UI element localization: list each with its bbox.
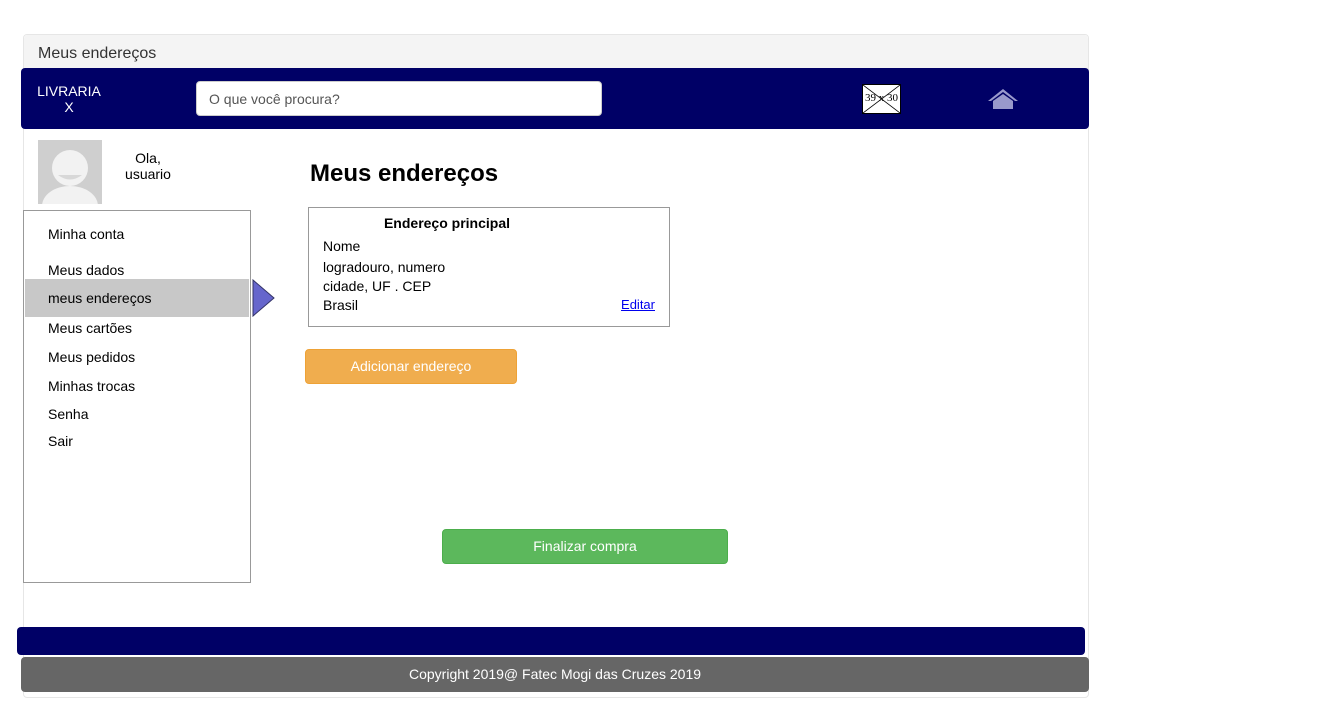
sidebar-item-sair[interactable]: Sair	[25, 430, 249, 452]
window-title: Meus endereços	[38, 45, 157, 62]
address-city: cidade, UF . CEP	[323, 278, 432, 294]
address-card: Endereço principal Nome logradouro, nume…	[308, 207, 670, 327]
footer-navbar	[17, 627, 1085, 655]
page-title: Meus endereços	[310, 160, 499, 187]
page: Meus endereços LIVRARIA X 39 x 30 Ola, u…	[0, 0, 1318, 721]
home-icon[interactable]	[987, 88, 1019, 110]
sidebar-item-minha-conta[interactable]: Minha conta	[25, 223, 249, 245]
account-sidebar: Minha conta Meus dados meus endereços Me…	[23, 210, 251, 583]
footer-copyright: Copyright 2019@ Fatec Mogi das Cruzes 20…	[21, 657, 1089, 692]
address-card-title: Endereço principal	[383, 215, 511, 231]
sidebar-item-minhas-trocas[interactable]: Minhas trocas	[25, 375, 249, 397]
address-name: Nome	[323, 238, 361, 254]
edit-address-link[interactable]: Editar	[621, 297, 655, 312]
finish-purchase-button[interactable]: Finalizar compra	[442, 529, 728, 564]
sidebar-item-senha[interactable]: Senha	[25, 403, 249, 425]
user-silhouette-icon	[42, 150, 98, 204]
user-greeting: Ola, usuario	[125, 150, 171, 182]
brand-logo[interactable]: LIVRARIA X	[35, 83, 103, 115]
sidebar-item-meus-enderecos[interactable]: meus endereços	[25, 279, 249, 317]
sidebar-item-meus-pedidos[interactable]: Meus pedidos	[25, 346, 249, 368]
sidebar-item-meus-cartoes[interactable]: Meus cartões	[25, 317, 249, 339]
search-input[interactable]	[196, 81, 602, 116]
image-placeholder-label: 39 x 30	[865, 92, 898, 104]
active-item-arrow-icon	[252, 279, 275, 317]
avatar	[38, 140, 102, 204]
add-address-button[interactable]: Adicionar endereço	[305, 349, 517, 384]
window-titlebar: Meus endereços	[24, 35, 1088, 69]
top-navbar: LIVRARIA X 39 x 30	[21, 68, 1089, 129]
address-country: Brasil	[323, 297, 359, 313]
address-street: logradouro, numero	[323, 259, 446, 275]
sidebar-item-meus-dados[interactable]: Meus dados	[25, 259, 249, 281]
image-placeholder: 39 x 30	[862, 84, 901, 114]
